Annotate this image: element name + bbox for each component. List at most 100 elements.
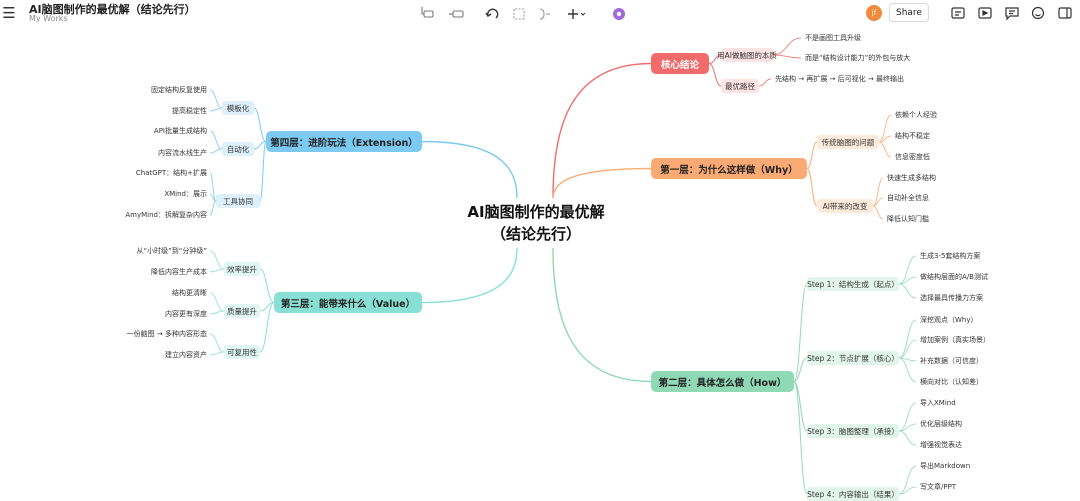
value-leaf-2-0[interactable]: 一份脑图 → 多种内容形态 (127, 329, 207, 339)
ext-leaf-2-1[interactable]: XMind：展示 (164, 189, 207, 199)
ext-leaf-2-0[interactable]: ChatGPT：结构+扩展 (136, 168, 207, 178)
core-leaf-1-0-connector (758, 78, 772, 87)
branch-value[interactable]: 第三层：能带来什么（Value） (274, 292, 422, 313)
how-subtopic-0[interactable]: Step 1：结构生成（起点） (807, 277, 899, 291)
summary-icon[interactable] (539, 8, 550, 20)
how-leaf-1-3[interactable]: 横向对比（认知差） (920, 377, 983, 387)
ext-leaf-0-1[interactable]: 提高稳定性 (172, 106, 207, 116)
avatar[interactable]: jf (866, 5, 882, 21)
value-subtopic-2[interactable]: 可复用性 (224, 345, 260, 359)
core-subtopic-0[interactable]: 用AI做脑图的本质 (717, 48, 777, 62)
ext-subtopic-0[interactable]: 模板化 (222, 101, 254, 115)
how-leaf-1-3-connector (898, 357, 917, 383)
core-leaf-0-0[interactable]: 不是画图工具升级 (805, 33, 861, 43)
value-subtopic-2-label: 可复用性 (227, 347, 257, 357)
ext-subtopic-2[interactable]: 工具协同 (216, 194, 260, 208)
branch-core[interactable]: 核心结论 (651, 53, 709, 74)
how-subtopic-3[interactable]: Step 4：内容输出（结果） (807, 487, 899, 501)
how-leaf-0-2[interactable]: 选择最具传播力方案 (920, 293, 983, 303)
branch-ext-label: 第四层：进阶玩法（Extension） (270, 137, 418, 149)
how-leaf-1-1-connector (898, 339, 917, 359)
why-sub-1-connector (806, 168, 818, 207)
ext-subtopic-0-label: 模板化 (226, 103, 250, 113)
undo-icon[interactable] (485, 8, 499, 19)
ext-leaf-0-0[interactable]: 固定结构反复使用 (151, 85, 207, 95)
how-subtopic-2[interactable]: Step 3：脑图整理（承接） (807, 424, 899, 438)
why-leaf-0-0[interactable]: 依赖个人经验 (895, 110, 937, 120)
document-folder[interactable]: My Works (29, 14, 68, 23)
core-subtopic-1[interactable]: 最优路径 (721, 79, 759, 93)
how-leaf-0-0[interactable]: 生成3-5套结构方案 (920, 251, 980, 261)
core-leaf-0-1[interactable]: 而是“结构设计能力”的外包与放大 (805, 53, 910, 63)
value-leaf-2-1[interactable]: 建立内容资产 (165, 350, 207, 360)
how-subtopic-1-label: Step 2：节点扩展（核心） (807, 353, 899, 363)
branch-how[interactable]: 第二层：具体怎么做（How） (651, 371, 794, 392)
ext-leaf-1-0-connector (209, 130, 223, 150)
why-subtopic-1[interactable]: AI带来的改变 (817, 199, 873, 213)
how-leaf-3-1[interactable]: 写文章/PPT (920, 482, 956, 492)
core-leaf-0-0-connector (772, 37, 802, 56)
why-leaf-1-2-connector (872, 205, 884, 220)
value-leaf-0-0[interactable]: 从“小时级”到“分钟级” (136, 246, 207, 256)
topic-icon[interactable] (449, 10, 464, 18)
how-subtopic-0-label: Step 1：结构生成（起点） (807, 279, 899, 289)
how-leaf-2-0[interactable]: 导入XMind (920, 398, 956, 408)
value-leaf-1-0-connector (209, 292, 225, 312)
central-topic-line-1: AI脑图制作的最优解 (467, 203, 605, 221)
central-topic[interactable]: AI脑图制作的最优解 （结论先行） (436, 201, 636, 245)
value-leaf-0-1[interactable]: 降低内容生产成本 (151, 267, 207, 277)
value-subtopic-1[interactable]: 质量提升 (224, 304, 260, 318)
boundary-icon[interactable] (513, 8, 525, 20)
branch-ext[interactable]: 第四层：进阶玩法（Extension） (266, 131, 422, 152)
why-leaf-0-0-connector (878, 114, 892, 143)
value-leaf-1-1-connector (209, 310, 225, 315)
how-leaf-1-1[interactable]: 增加案例（真实场景） (920, 335, 990, 345)
value-leaf-1-0[interactable]: 结构更清晰 (172, 288, 207, 298)
ext-subtopic-1[interactable]: 自动化 (222, 142, 254, 156)
why-leaf-0-1[interactable]: 结构不稳定 (895, 131, 930, 141)
core-subtopic-0-label: 用AI做脑图的本质 (717, 50, 777, 60)
how-subtopic-1[interactable]: Step 2：节点扩展（核心） (807, 351, 899, 365)
ext-sub-1-connector (253, 141, 267, 150)
theme-flower-icon[interactable] (613, 8, 625, 20)
how-leaf-1-2[interactable]: 补充数据（可信度） (920, 356, 983, 366)
ext-subtopic-2-label: 工具协同 (223, 196, 253, 206)
how-root-connector (552, 247, 652, 383)
share-button[interactable]: Share (889, 3, 929, 22)
how-leaf-2-2[interactable]: 增强视觉表达 (920, 440, 962, 450)
why-leaf-0-2[interactable]: 信息密度低 (895, 152, 930, 162)
pitch-icon[interactable] (978, 7, 992, 19)
ext-leaf-1-1[interactable]: 内容流水线生产 (158, 148, 207, 158)
insert-plus-icon[interactable] (568, 9, 586, 19)
why-sub-0-connector (806, 141, 818, 169)
ext-leaf-2-2[interactable]: AmyMind：拆解复杂内容 (125, 210, 207, 220)
how-leaf-2-1[interactable]: 优化层级结构 (920, 419, 962, 429)
comment-icon[interactable] (1005, 7, 1019, 21)
branch-why-label: 第一层：为什么这样做（Why） (660, 164, 798, 176)
how-leaf-0-1[interactable]: 做结构层面的A/B测试 (920, 272, 988, 282)
how-sub-0-connector (793, 283, 808, 382)
why-subtopic-1-label: AI带来的改变 (822, 201, 868, 211)
why-leaf-1-0[interactable]: 快速生成多结构 (887, 173, 936, 183)
ext-subtopic-1-label: 自动化 (226, 144, 250, 154)
ext-leaf-1-0[interactable]: API批量生成结构 (154, 126, 207, 136)
hamburger-menu-icon[interactable]: ☰ (2, 4, 16, 22)
value-leaf-0-0-connector (209, 250, 225, 270)
value-subtopic-1-label: 质量提升 (227, 306, 257, 316)
subtopic-icon[interactable] (421, 7, 434, 18)
why-leaf-1-1[interactable]: 自动补全信息 (887, 193, 929, 203)
how-leaf-1-0[interactable]: 深挖观点（Why） (920, 315, 978, 325)
why-leaf-1-2[interactable]: 降低认知门槛 (887, 214, 929, 224)
how-leaf-0-0-connector (898, 255, 917, 285)
value-leaf-1-1[interactable]: 内容更有深度 (165, 309, 207, 319)
why-subtopic-0-label: 传统脑图的问题 (821, 137, 875, 147)
how-leaf-2-0-connector (898, 402, 917, 432)
value-subtopic-0[interactable]: 效率提升 (224, 262, 260, 276)
core-leaf-1-0[interactable]: 先结构 → 再扩展 → 后可视化 → 最终输出 (775, 74, 904, 84)
outline-icon[interactable] (951, 7, 965, 19)
how-leaf-3-0[interactable]: 导出Markdown (920, 461, 970, 471)
emoji-icon[interactable] (1031, 6, 1045, 20)
panel-icon[interactable] (1058, 7, 1072, 19)
why-subtopic-0[interactable]: 传统脑图的问题 (817, 135, 879, 149)
branch-why[interactable]: 第一层：为什么这样做（Why） (651, 158, 807, 179)
